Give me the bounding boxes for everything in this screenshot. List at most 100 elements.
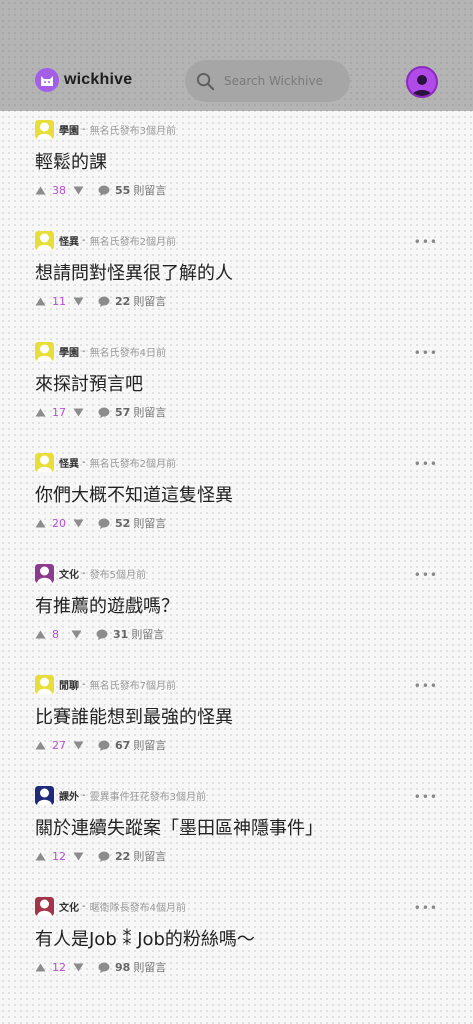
post-meta: 怪異 - 無名氏發布 2個月前	[35, 452, 176, 472]
wickhive-logo[interactable]: wickhive	[35, 68, 132, 92]
downvote-icon[interactable]	[73, 963, 84, 972]
board-name[interactable]: 文化	[59, 566, 79, 581]
more-options-icon[interactable]: •••	[414, 236, 438, 248]
user-avatar-button[interactable]	[406, 66, 438, 98]
post-title[interactable]: 想請問對怪異很了解的人	[35, 259, 233, 285]
post-title[interactable]: 關於連續失蹤案「墨田區神隱事件」	[35, 814, 323, 840]
post-time: 4日前	[139, 347, 166, 359]
post-card[interactable]: 怪異 - 無名氏發布 2個月前 ••• 想請問對怪異很了解的人 11 22 則留…	[0, 222, 473, 333]
post-card[interactable]: 學園 - 無名氏發布 4日前 ••• 來探討預言吧 17 57 則留言	[0, 333, 473, 444]
comment-button[interactable]: 55 則留言	[98, 182, 166, 198]
search-input[interactable]	[224, 74, 342, 88]
board-name[interactable]: 學園	[59, 344, 79, 359]
comment-label: 則留言	[133, 184, 167, 197]
search-icon	[196, 72, 215, 90]
downvote-icon[interactable]	[73, 741, 84, 750]
board-icon[interactable]	[35, 674, 54, 694]
upvote-icon[interactable]	[35, 297, 46, 306]
vote-count: 38	[52, 183, 66, 197]
comment-count: 22	[115, 849, 131, 863]
comment-button[interactable]: 22 則留言	[98, 293, 166, 309]
board-icon[interactable]	[35, 785, 54, 805]
post-card[interactable]: 學園 - 無名氏發布 3個月前 ••• 輕鬆的課 38 55 則留言	[0, 111, 473, 222]
board-icon[interactable]	[35, 452, 54, 472]
downvote-icon[interactable]	[71, 630, 82, 639]
upvote-icon[interactable]	[35, 963, 46, 972]
board-name[interactable]: 怪異	[59, 233, 79, 248]
post-actions: 27 67 則留言	[35, 738, 166, 752]
more-options-icon[interactable]: •••	[414, 569, 438, 581]
board-icon[interactable]	[35, 563, 54, 583]
more-options-icon[interactable]: •••	[414, 902, 438, 914]
meta-separator: -	[82, 567, 86, 579]
post-author: 無名氏發布	[89, 680, 140, 692]
post-meta: 文化 - 暱衛隊長發布 4個月前	[35, 896, 186, 916]
meta-separator: -	[82, 456, 86, 468]
comment-button[interactable]: 31 則留言	[96, 626, 164, 642]
board-name[interactable]: 閒聊	[59, 677, 79, 692]
post-meta: 學園 - 無名氏發布 4日前	[35, 341, 166, 361]
upvote-icon[interactable]	[35, 408, 46, 417]
board-name[interactable]: 怪異	[59, 455, 79, 470]
vote-count: 20	[52, 516, 66, 530]
comment-count: 52	[115, 516, 131, 530]
board-name[interactable]: 課外	[59, 788, 79, 803]
downvote-icon[interactable]	[73, 519, 84, 528]
post-author: 無名氏發布	[89, 236, 140, 248]
post-time: 3個月前	[169, 791, 206, 803]
upvote-icon[interactable]	[35, 852, 46, 861]
board-name[interactable]: 學園	[59, 122, 79, 137]
upvote-icon[interactable]	[35, 630, 46, 639]
board-name[interactable]: 文化	[59, 899, 79, 914]
downvote-icon[interactable]	[73, 186, 84, 195]
post-title[interactable]: 你們大概不知道這隻怪異	[35, 481, 233, 507]
post-actions: 11 22 則留言	[35, 294, 166, 308]
post-card[interactable]: 怪異 - 無名氏發布 2個月前 ••• 你們大概不知道這隻怪異 20 52 則留…	[0, 444, 473, 555]
upvote-icon[interactable]	[35, 519, 46, 528]
board-icon[interactable]	[35, 119, 54, 139]
board-icon[interactable]	[35, 230, 54, 250]
post-card[interactable]: 文化 - 發布 5個月前 ••• 有推薦的遊戲嗎？ 8 31 則留言	[0, 555, 473, 666]
downvote-icon[interactable]	[73, 852, 84, 861]
more-options-icon[interactable]: •••	[414, 791, 438, 803]
post-card[interactable]: 閒聊 - 無名氏發布 7個月前 ••• 比賽誰能想到最強的怪異 27 67 則留…	[0, 666, 473, 777]
downvote-icon[interactable]	[73, 297, 84, 306]
comment-button[interactable]: 98 則留言	[98, 959, 166, 975]
post-title[interactable]: 來探討預言吧	[35, 370, 143, 396]
vote-count: 11	[52, 294, 66, 308]
meta-separator: -	[82, 345, 86, 357]
upvote-icon[interactable]	[35, 741, 46, 750]
post-author: 無名氏發布	[89, 458, 140, 470]
post-meta: 怪異 - 無名氏發布 2個月前	[35, 230, 176, 250]
post-title[interactable]: 有人是Job ⁑ Job的粉絲嗎～	[35, 925, 255, 951]
comment-button[interactable]: 57 則留言	[98, 404, 166, 420]
post-meta: 文化 - 發布 5個月前	[35, 563, 146, 583]
board-icon[interactable]	[35, 341, 54, 361]
post-time: 5個月前	[109, 569, 146, 581]
post-meta: 閒聊 - 無名氏發布 7個月前	[35, 674, 176, 694]
post-time: 7個月前	[139, 680, 176, 692]
post-title[interactable]: 有推薦的遊戲嗎？	[35, 592, 179, 618]
board-icon[interactable]	[35, 896, 54, 916]
search-bar[interactable]	[185, 60, 350, 102]
more-options-icon[interactable]: •••	[414, 347, 438, 359]
post-author: 無名氏發布	[89, 347, 140, 359]
post-title[interactable]: 輕鬆的課	[35, 148, 107, 174]
comment-label: 則留言	[133, 406, 167, 419]
post-title[interactable]: 比賽誰能想到最強的怪異	[35, 703, 233, 729]
post-actions: 12 22 則留言	[35, 849, 166, 863]
post-actions: 12 98 則留言	[35, 960, 166, 974]
user-icon	[412, 75, 432, 96]
more-options-icon[interactable]: •••	[414, 680, 438, 692]
post-card[interactable]: 文化 - 暱衛隊長發布 4個月前 ••• 有人是Job ⁑ Job的粉絲嗎～ 1…	[0, 888, 473, 999]
comment-button[interactable]: 67 則留言	[98, 737, 166, 753]
upvote-icon[interactable]	[35, 186, 46, 195]
comment-button[interactable]: 22 則留言	[98, 848, 166, 864]
comment-button[interactable]: 52 則留言	[98, 515, 166, 531]
more-options-icon[interactable]: •••	[414, 458, 438, 470]
meta-separator: -	[82, 234, 86, 246]
downvote-icon[interactable]	[73, 408, 84, 417]
post-card[interactable]: 課外 - 靈異事件狂花發布 3個月前 ••• 關於連續失蹤案「墨田區神隱事件」 …	[0, 777, 473, 888]
post-time: 4個月前	[149, 902, 186, 914]
comment-count: 98	[115, 960, 131, 974]
